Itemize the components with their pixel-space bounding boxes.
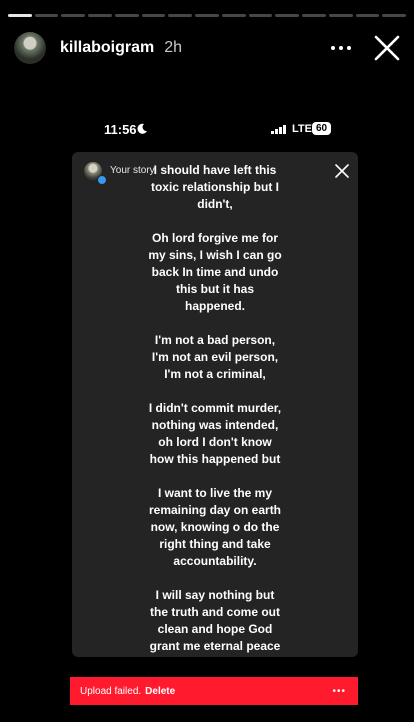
progress-segment (221, 14, 246, 17)
more-options-button[interactable] (326, 33, 356, 63)
progress-segment (275, 14, 300, 17)
card-header: Your story (80, 160, 350, 185)
upload-failed-bar: Upload failed. Delete ••• (70, 677, 358, 705)
progress-segment (114, 14, 139, 17)
avatar[interactable] (14, 32, 46, 64)
progress-segment (88, 14, 112, 17)
battery-badge: 60 (312, 122, 332, 135)
story-text: I should have left this toxic relationsh… (92, 162, 338, 657)
story-paragraph: I'm not a bad person, I'm not an evil pe… (151, 333, 279, 381)
progress-segment (248, 14, 273, 17)
progress-segment (195, 14, 219, 17)
signal-icon (271, 125, 286, 134)
progress-segment (61, 14, 86, 17)
story-paragraph: I want to live the my remaining day on e… (148, 486, 282, 568)
network-label: LTE (292, 123, 312, 135)
progress-segment (168, 14, 193, 17)
progress-segment (8, 14, 32, 17)
more-dot-icon (331, 46, 335, 50)
add-badge-icon (97, 175, 107, 185)
progress-segment (382, 14, 407, 17)
progress-segment (355, 14, 380, 17)
story-paragraph: Oh lord forgive me for my sins, I wish I… (148, 231, 282, 313)
story-header: killaboigram 2h (14, 30, 402, 66)
delete-link[interactable]: Delete (145, 686, 175, 697)
story-paragraph: I didn't commit murder, nothing was inte… (148, 401, 282, 466)
story-progress-bars (8, 14, 407, 17)
story-card: I should have left this toxic relationsh… (72, 152, 358, 657)
upload-failed-message: Upload failed. (80, 685, 142, 697)
progress-segment (34, 14, 59, 17)
close-icon[interactable] (372, 33, 402, 63)
more-dot-icon (347, 46, 351, 50)
story-paragraph: I will say nothing but the truth and com… (149, 588, 281, 657)
your-story-label: Your story (110, 165, 155, 176)
status-time: 11:56 (104, 122, 137, 137)
close-icon[interactable] (334, 163, 350, 179)
phone-status-bar: 11:56 LTE 60 (0, 118, 414, 140)
more-dot-icon (339, 46, 343, 50)
upload-more-button[interactable]: ••• (332, 686, 346, 697)
progress-segment (302, 14, 326, 17)
post-time: 2h (164, 39, 183, 56)
username[interactable]: killaboigram (60, 39, 154, 57)
progress-segment (141, 14, 166, 17)
moon-icon (137, 123, 147, 134)
progress-segment (328, 14, 353, 17)
